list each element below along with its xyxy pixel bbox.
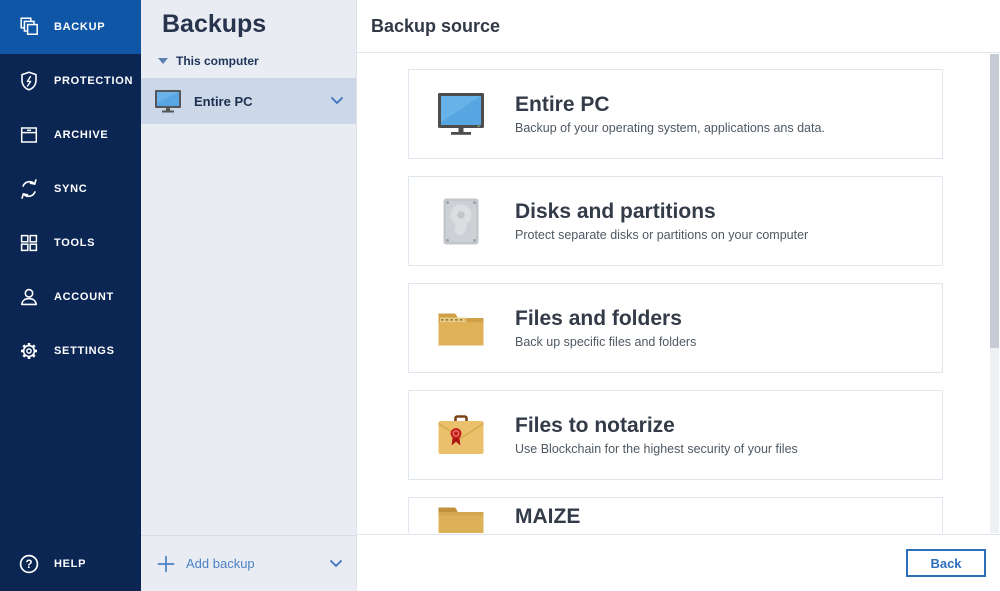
chevron-down-icon[interactable] [331, 97, 343, 105]
sidebar-item-archive[interactable]: ARCHIVE [0, 108, 141, 162]
collapse-triangle-icon [158, 58, 168, 64]
sidebar-item-tools[interactable]: TOOLS [0, 216, 141, 270]
sidebar-item-label: TOOLS [54, 237, 95, 249]
sidebar-item-label: BACKUP [54, 21, 105, 33]
card-description: Backup of your operating system, applica… [515, 121, 825, 135]
sidebar-item-label: ARCHIVE [54, 129, 108, 141]
app-window: BACKUP PROTECTION ARCHIVE [0, 0, 1000, 591]
sidebar: BACKUP PROTECTION ARCHIVE [0, 0, 141, 591]
help-icon: ? [17, 552, 41, 576]
svg-text:?: ? [25, 559, 32, 571]
archive-icon [17, 123, 41, 147]
card-files-and-folders[interactable]: Files and folders Back up specific files… [408, 283, 943, 373]
back-button[interactable]: Back [906, 549, 986, 577]
main-area: Backup source Entire PC Bac [357, 0, 1000, 591]
panel-title: Backups [141, 0, 356, 39]
scrollbar-thumb[interactable] [990, 54, 999, 348]
monitor-icon [437, 93, 485, 136]
group-this-computer[interactable]: This computer [141, 54, 356, 68]
card-title: MAIZE [515, 505, 580, 529]
card-disks-and-partitions[interactable]: Disks and partitions Protect separate di… [408, 176, 943, 266]
sidebar-item-label: HELP [54, 558, 86, 570]
card-files-to-notarize[interactable]: Files to notarize Use Blockchain for the… [408, 390, 943, 480]
backup-list-item-entire-pc[interactable]: Entire PC [141, 78, 356, 124]
card-maize[interactable]: MAIZE [408, 497, 943, 533]
group-label: This computer [176, 54, 259, 68]
card-title: Entire PC [515, 93, 825, 117]
account-icon [17, 285, 41, 309]
sidebar-item-settings[interactable]: SETTINGS [0, 324, 141, 378]
folder-icon [437, 505, 485, 533]
card-title: Disks and partitions [515, 200, 808, 224]
sync-icon [17, 177, 41, 201]
card-entire-pc[interactable]: Entire PC Backup of your operating syste… [408, 69, 943, 159]
sidebar-item-protection[interactable]: PROTECTION [0, 54, 141, 108]
card-description: Back up specific files and folders [515, 335, 696, 349]
sidebar-item-label: SYNC [54, 183, 87, 195]
scrollbar-track[interactable] [990, 54, 999, 533]
backup-item-label: Entire PC [194, 94, 318, 109]
card-description: Use Blockchain for the highest security … [515, 442, 798, 456]
backups-panel: Backups This computer Entire PC [141, 0, 357, 591]
add-backup-label: Add backup [186, 556, 319, 571]
sidebar-item-account[interactable]: ACCOUNT [0, 270, 141, 324]
page-title: Backup source [371, 16, 500, 37]
card-description: Protect separate disks or partitions on … [515, 228, 808, 242]
add-backup-button[interactable]: Add backup [141, 535, 356, 591]
briefcase-seal-icon [437, 414, 485, 456]
monitor-icon [155, 90, 181, 113]
sidebar-item-label: PROTECTION [54, 75, 133, 87]
card-title: Files and folders [515, 307, 696, 331]
main-header: Backup source [357, 0, 1000, 53]
backup-source-list: Entire PC Backup of your operating syste… [357, 54, 1000, 533]
sidebar-item-backup[interactable]: BACKUP [0, 0, 141, 54]
plus-icon [157, 555, 175, 573]
hard-disk-icon [437, 198, 485, 245]
sidebar-item-help[interactable]: ? HELP [0, 537, 141, 591]
sidebar-item-label: SETTINGS [54, 345, 115, 357]
sidebar-item-sync[interactable]: SYNC [0, 162, 141, 216]
protection-icon [17, 69, 41, 93]
sidebar-item-label: ACCOUNT [54, 291, 114, 303]
settings-icon [17, 339, 41, 363]
folder-icon [437, 309, 485, 347]
footer-bar: Back [357, 534, 1000, 591]
card-title: Files to notarize [515, 414, 798, 438]
chevron-down-icon[interactable] [330, 560, 342, 568]
backup-icon [17, 15, 41, 39]
tools-icon [17, 231, 41, 255]
